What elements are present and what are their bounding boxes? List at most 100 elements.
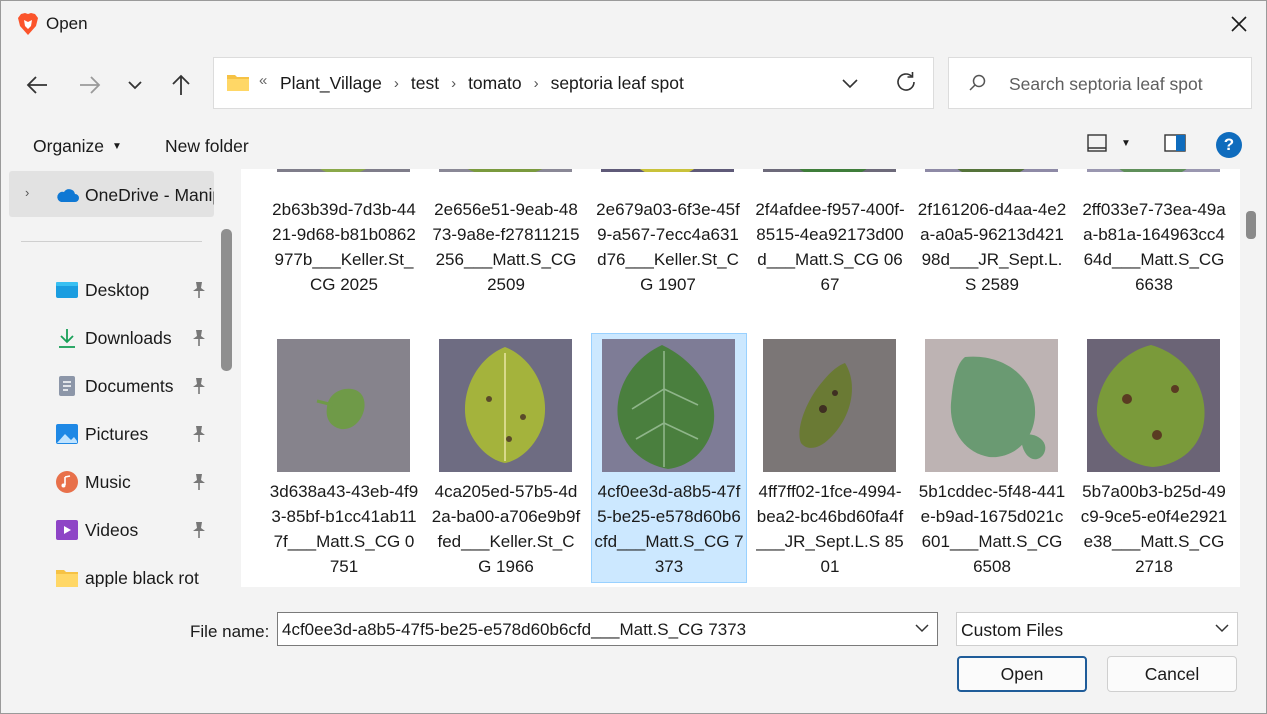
file-type-select[interactable]: Custom Files bbox=[956, 612, 1238, 646]
search-box[interactable]: Search septoria leaf spot bbox=[948, 57, 1252, 109]
sidebar-scrollbar[interactable] bbox=[221, 229, 232, 371]
sidebar-item-music[interactable]: Music bbox=[1, 460, 216, 504]
file-item[interactable]: 3d638a43-43eb-4f93-85bf-b1cc41ab117f___M… bbox=[267, 333, 423, 583]
file-name: 4cf0ee3d-a8b5-47f5-be25-e578d60b6cfd___M… bbox=[594, 482, 744, 576]
pin-icon bbox=[193, 282, 205, 298]
arrow-up-icon bbox=[172, 74, 190, 95]
file-name: 4ca205ed-57b5-4d2a-ba00-a706e9b9ffed___K… bbox=[431, 482, 581, 576]
file-item[interactable]: 2b63b39d-7d3b-4421-9d68-b81b0862977b___K… bbox=[267, 169, 423, 299]
sidebar-item-label: Pictures bbox=[85, 424, 149, 444]
open-file-dialog: Open « Plant_Village › test › tomato › s… bbox=[0, 0, 1267, 714]
file-list-scrollbar[interactable] bbox=[1241, 169, 1263, 587]
address-bar[interactable]: « Plant_Village › test › tomato › septor… bbox=[213, 57, 934, 109]
leaf-thumbnail bbox=[763, 339, 896, 472]
sidebar-item-apple-black-rot[interactable]: apple black rot bbox=[1, 556, 216, 587]
caret-down-icon: ▼ bbox=[112, 141, 122, 152]
leaf-thumbnail bbox=[1087, 339, 1220, 472]
pin-icon bbox=[193, 522, 205, 538]
pin-icon bbox=[193, 330, 205, 346]
scrollbar-thumb[interactable] bbox=[1246, 211, 1256, 239]
organize-label: Organize bbox=[33, 136, 105, 156]
command-bar: Organize ▼ New folder ▼ ? bbox=[1, 121, 1266, 169]
file-item[interactable]: 2e679a03-6f3e-45f9-a567-7ecc4a631d76___K… bbox=[591, 169, 747, 299]
organize-button[interactable]: Organize ▼ bbox=[33, 136, 122, 157]
preview-pane-button[interactable] bbox=[1164, 134, 1186, 157]
recent-locations-button[interactable] bbox=[119, 69, 151, 101]
leaf-thumbnail bbox=[277, 339, 410, 472]
arrow-right-icon bbox=[80, 76, 101, 94]
sidebar-divider bbox=[21, 241, 202, 242]
breadcrumb-septoria-leaf-spot[interactable]: septoria leaf spot bbox=[551, 73, 684, 94]
help-button[interactable]: ? bbox=[1216, 132, 1242, 158]
sidebar-item-label: apple black rot bbox=[85, 568, 199, 587]
breadcrumb-separator[interactable]: › bbox=[534, 75, 539, 92]
folder-icon bbox=[56, 570, 78, 587]
leaf-thumbnail bbox=[601, 169, 734, 172]
file-item[interactable]: 2ff033e7-73ea-49aa-b81a-164963cc464d___M… bbox=[1077, 169, 1233, 299]
leaf-thumbnail bbox=[602, 339, 735, 472]
breadcrumb-tomato[interactable]: tomato bbox=[468, 73, 522, 94]
change-view-button[interactable]: ▼ bbox=[1087, 134, 1131, 152]
file-name-value[interactable]: 4cf0ee3d-a8b5-47f5-be25-e578d60b6cfd___M… bbox=[282, 620, 746, 640]
sidebar-item-label: Videos bbox=[85, 520, 139, 540]
sidebar-item-onedrive[interactable]: › OneDrive - Manipal bbox=[9, 171, 214, 217]
videos-icon bbox=[56, 520, 78, 540]
leaf-thumbnail bbox=[1087, 169, 1220, 172]
file-name-field[interactable]: 4cf0ee3d-a8b5-47f5-be25-e578d60b6cfd___M… bbox=[277, 612, 938, 646]
file-item[interactable]: 5b1cddec-5f48-441e-b9ad-1675d021c601___M… bbox=[915, 333, 1071, 583]
sidebar-item-label: Music bbox=[85, 472, 131, 492]
forward-button[interactable] bbox=[74, 69, 106, 101]
pin-icon bbox=[193, 378, 205, 394]
file-item-selected[interactable]: 4cf0ee3d-a8b5-47f5-be25-e578d60b6cfd___M… bbox=[591, 333, 747, 583]
chevron-right-icon[interactable]: › bbox=[25, 185, 29, 200]
address-dropdown-icon[interactable] bbox=[841, 72, 859, 94]
documents-icon bbox=[59, 376, 75, 396]
sidebar-item-pictures[interactable]: Pictures bbox=[1, 412, 216, 456]
file-name: 2e679a03-6f3e-45f9-a567-7ecc4a631d76___K… bbox=[596, 200, 740, 294]
window-title: Open bbox=[46, 14, 88, 33]
refresh-icon[interactable] bbox=[894, 70, 918, 94]
onedrive-cloud-icon bbox=[57, 189, 79, 202]
file-item[interactable]: 2f161206-d4aa-4e2a-a0a5-96213d42198d___J… bbox=[915, 169, 1071, 299]
folder-icon bbox=[227, 75, 249, 91]
sidebar-item-desktop[interactable]: Desktop bbox=[1, 268, 216, 312]
sidebar-item-documents[interactable]: Documents bbox=[1, 364, 216, 408]
close-button[interactable] bbox=[1222, 9, 1256, 39]
new-folder-button[interactable]: New folder bbox=[165, 136, 249, 157]
breadcrumb-plant-village[interactable]: Plant_Village bbox=[280, 73, 382, 94]
up-button[interactable] bbox=[165, 69, 197, 101]
file-list: 2b63b39d-7d3b-4421-9d68-b81b0862977b___K… bbox=[241, 169, 1240, 587]
breadcrumb: Plant_Village › test › tomato › septoria… bbox=[280, 73, 684, 94]
view-layout-icon bbox=[1087, 134, 1107, 152]
file-name: 2e656e51-9eab-4873-9a8e-f27811215256___M… bbox=[432, 200, 580, 294]
file-name: 2b63b39d-7d3b-4421-9d68-b81b0862977b___K… bbox=[272, 200, 416, 294]
search-input[interactable]: Search septoria leaf spot bbox=[1009, 74, 1203, 95]
sidebar-item-videos[interactable]: Videos bbox=[1, 508, 216, 552]
arrow-left-icon bbox=[26, 76, 47, 94]
navigation-pane: › OneDrive - Manipal Desktop Downloads bbox=[1, 169, 237, 587]
back-button[interactable] bbox=[21, 69, 53, 101]
navigation-bar: « Plant_Village › test › tomato › septor… bbox=[1, 47, 1266, 121]
chevron-down-icon[interactable] bbox=[915, 623, 929, 633]
file-name: 2f161206-d4aa-4e2a-a0a5-96213d42198d___J… bbox=[917, 200, 1067, 294]
sidebar-item-downloads[interactable]: Downloads bbox=[1, 316, 216, 360]
file-item[interactable]: 2f4afdee-f957-400f-8515-4ea92173d00d___M… bbox=[753, 169, 909, 299]
file-item[interactable]: 5b7a00b3-b25d-49c9-9ce5-e0f4e2921e38___M… bbox=[1077, 333, 1233, 583]
breadcrumb-test[interactable]: test bbox=[411, 73, 439, 94]
breadcrumb-separator[interactable]: › bbox=[451, 75, 456, 92]
help-icon: ? bbox=[1223, 135, 1235, 154]
file-item[interactable]: 4ff7ff02-1fce-4994-bea2-bc46bd60fa4f___J… bbox=[753, 333, 909, 583]
chevron-down-icon bbox=[128, 81, 142, 90]
file-item[interactable]: 4ca205ed-57b5-4d2a-ba00-a706e9b9ffed___K… bbox=[429, 333, 585, 583]
file-item[interactable]: 2e656e51-9eab-4873-9a8e-f27811215256___M… bbox=[429, 169, 585, 299]
title-bar: Open bbox=[1, 1, 1266, 47]
open-button[interactable]: Open bbox=[957, 656, 1087, 692]
leaf-thumbnail bbox=[763, 169, 896, 172]
brave-lion-icon bbox=[18, 13, 38, 35]
sidebar-item-label: Desktop bbox=[85, 280, 150, 300]
address-overflow[interactable]: « bbox=[259, 72, 267, 89]
file-name-label: File name: bbox=[190, 622, 270, 641]
file-type-value: Custom Files bbox=[961, 620, 1064, 640]
breadcrumb-separator[interactable]: › bbox=[394, 75, 399, 92]
cancel-button[interactable]: Cancel bbox=[1107, 656, 1237, 692]
